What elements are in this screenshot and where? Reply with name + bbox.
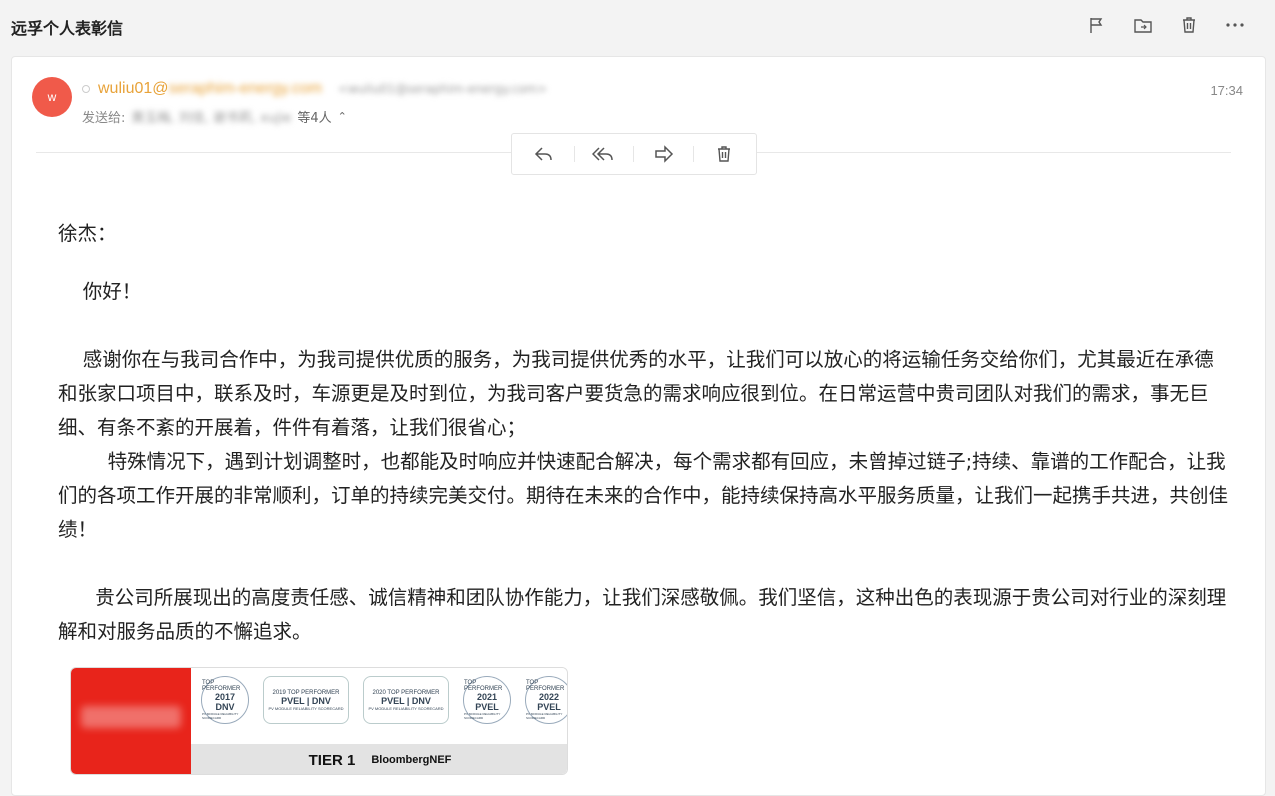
sender-domain[interactable]: seraphim-energy.com — [169, 80, 323, 97]
forward-icon[interactable] — [649, 139, 679, 169]
move-folder-icon[interactable] — [1131, 13, 1155, 37]
recipients-names[interactable]: 黄玉梅, 刘佳, 谢书莉, xujie — [131, 107, 291, 126]
expand-recipients-icon[interactable]: ⌃ — [338, 110, 347, 123]
action-separator — [573, 146, 575, 162]
more-icon[interactable] — [1223, 13, 1247, 37]
award-badge: 2020 TOP PERFORMER PVEL | DNV PV MODULE … — [363, 676, 449, 724]
badge-year: 2017 — [214, 692, 236, 702]
body-paragraph-1: 感谢你在与我司合作中，为我司提供优质的服务，为我司提供优秀的水平，让我们可以放心… — [58, 348, 1214, 439]
company-banner-image: TOP PERFORMER 2017 DNV PV MODULE RELIABI… — [70, 667, 568, 775]
email-time: 17:34 — [1210, 83, 1243, 98]
reply-all-icon[interactable] — [589, 139, 619, 169]
badge-sub: PV MODULE RELIABILITY SCORECARD — [202, 712, 239, 720]
badge-sub: PV MODULE RELIABILITY SCORECARD — [268, 705, 344, 711]
email-card: w wuliu01@seraphim-energy.com <wuliu01@s… — [11, 56, 1266, 796]
badge-top: TOP PERFORMER — [526, 680, 565, 692]
badge-sub: PV MODULE RELIABILITY SCORECARD — [368, 705, 444, 711]
delete-icon[interactable] — [709, 139, 739, 169]
sender-line: wuliu01@seraphim-energy.com <wuliu01@ser… — [82, 79, 547, 98]
trash-icon[interactable] — [1177, 13, 1201, 37]
badge-top: TOP PERFORMER — [202, 680, 241, 692]
tier-label: TIER 1 — [308, 751, 356, 769]
sender-name[interactable]: wuliu01@ — [98, 80, 169, 97]
award-badge: TOP PERFORMER 2021 PVEL PV MODULE RELIAB… — [463, 676, 511, 724]
bnef-label: BloombergNEF — [371, 754, 452, 766]
badge-year: 2022 — [538, 692, 560, 702]
badge-brand: PVEL — [475, 702, 499, 712]
award-badge: TOP PERFORMER 2017 DNV PV MODULE RELIABI… — [201, 676, 249, 724]
greeting-name: 徐杰： — [58, 222, 117, 245]
top-actions — [1085, 13, 1247, 37]
body-paragraph-2: 特殊情况下，遇到计划调整时，也都能及时响应并快速配合解决，每个需求都有回应，未曾… — [58, 450, 1229, 541]
badge-top: TOP PERFORMER — [464, 680, 503, 692]
badge-sub: PV MODULE RELIABILITY SCORECARD — [526, 712, 563, 720]
badge-brand: PVEL | DNV — [381, 695, 431, 706]
recipients-count[interactable]: 等4人 — [297, 107, 331, 126]
status-dot-icon — [82, 84, 90, 93]
tier-bar: TIER 1 BloombergNEF — [191, 744, 567, 774]
sender-address: <wuliu01@seraphim-energy.com> — [338, 81, 548, 96]
badge-brand: PVEL | DNV — [281, 695, 331, 706]
award-badge: TOP PERFORMER 2022 PVEL PV MODULE RELIAB… — [525, 676, 567, 724]
flag-icon[interactable] — [1085, 13, 1109, 37]
action-separator — [633, 146, 635, 162]
email-header-bar: 远孚个人表彰信 — [0, 0, 1275, 52]
action-separator — [693, 146, 695, 162]
badge-sub: PV MODULE RELIABILITY SCORECARD — [464, 712, 501, 720]
message-actions — [511, 133, 757, 175]
company-logo — [81, 706, 181, 728]
award-badges: TOP PERFORMER 2017 DNV PV MODULE RELIABI… — [201, 676, 567, 724]
email-subject: 远孚个人表彰信 — [11, 19, 124, 38]
body-paragraph-3: 贵公司所展现出的高度责任感、诚信精神和团队协作能力，让我们深感敬佩。我们坚信，这… — [58, 586, 1227, 643]
avatar[interactable]: w — [32, 77, 72, 117]
greeting-hello: 你好！ — [58, 280, 142, 303]
recipients-label: 发送给: — [82, 111, 126, 126]
award-strip: TOP PERFORMER 2017 DNV PV MODULE RELIABI… — [191, 668, 567, 774]
badge-brand: DNV — [215, 702, 235, 712]
banner-logo-area — [71, 668, 191, 774]
reply-icon[interactable] — [529, 139, 559, 169]
sender[interactable]: wuliu01@seraphim-energy.com — [98, 79, 322, 98]
email-body: 徐杰： 你好！ 感谢你在与我司合作中，为我司提供优质的服务，为我司提供优秀的水平… — [58, 217, 1228, 649]
award-badge: 2019 TOP PERFORMER PVEL | DNV PV MODULE … — [263, 676, 349, 724]
badge-year: 2021 — [476, 692, 498, 702]
badge-brand: PVEL — [537, 702, 561, 712]
recipients-line: 发送给: 黄玉梅, 刘佳, 谢书莉, xujie 等4人 ⌃ — [82, 107, 347, 126]
